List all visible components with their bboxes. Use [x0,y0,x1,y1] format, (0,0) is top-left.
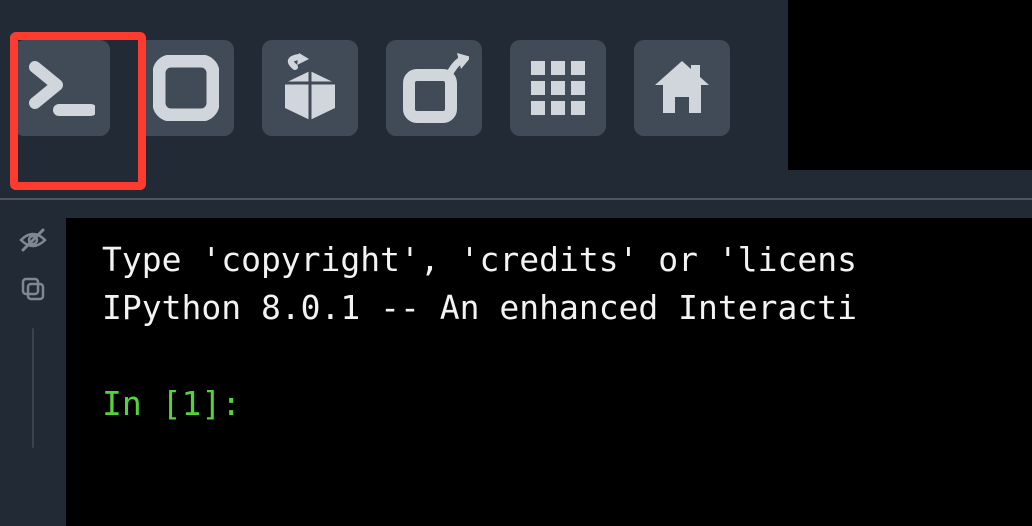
home-button[interactable] [634,40,730,136]
square-arrow-icon [399,53,469,123]
copy-icon[interactable] [20,276,46,302]
stop-icon [153,55,219,121]
ipython-console[interactable]: Type 'copyright', 'credits' or 'licens I… [66,218,1032,526]
grid-icon [527,57,589,119]
tab-pane-dark [788,0,1032,170]
box-arrow-icon [275,53,345,123]
grid-button[interactable] [510,40,606,136]
toolbar-area [0,0,1032,200]
popout-button[interactable] [386,40,482,136]
console-button[interactable] [14,40,110,136]
main-area: Type 'copyright', 'credits' or 'licens I… [0,200,1032,526]
kernel-restart-button[interactable] [262,40,358,136]
console-line-2: IPython 8.0.1 -- An enhanced Interacti [102,288,857,327]
cell-gutter [0,200,66,526]
console-line-1: Type 'copyright', 'credits' or 'licens [102,240,857,279]
console-icon [29,55,95,121]
stop-button[interactable] [138,40,234,136]
console-prompt: In [1]: [102,384,261,423]
gutter-indicator [32,328,34,448]
home-icon [649,55,715,121]
toolbar-divider [0,198,1032,200]
eye-off-icon[interactable] [19,226,47,254]
